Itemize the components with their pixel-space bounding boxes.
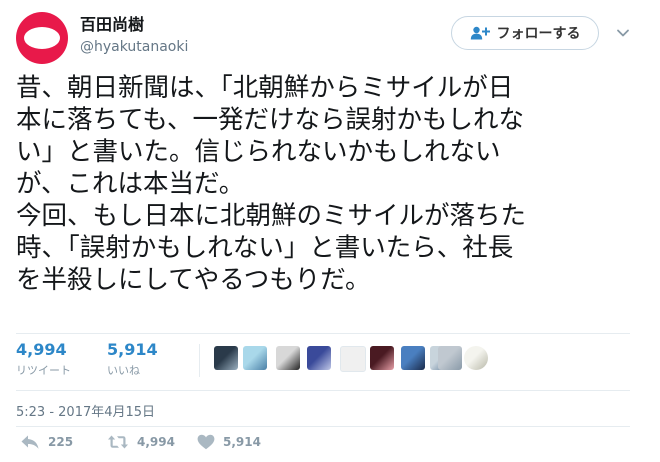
liker-avatar-9[interactable] [438, 346, 462, 370]
author-handle[interactable]: @hyakutanaoki [80, 39, 188, 55]
avatar-logo-oval [24, 27, 60, 49]
retweet-stat-label: リツイート [16, 364, 71, 377]
tweet-line: 昔、朝日新聞は、「北朝鮮からミサイルが日 [16, 73, 514, 103]
liker-avatar-5[interactable] [340, 346, 366, 372]
like-button[interactable]: 5,914 [197, 434, 261, 450]
retweet-icon [107, 434, 129, 450]
heart-icon [197, 434, 215, 450]
follow-button-label: フォローする [496, 26, 581, 42]
reply-icon [20, 434, 40, 450]
tweet-line: が、これは本当だ。 [16, 169, 245, 199]
tweet-timestamp[interactable]: 5:23 - 2017年4月15日 [16, 401, 155, 420]
reply-button[interactable]: 225 [20, 434, 73, 450]
like-count: 5,914 [223, 435, 261, 449]
liker-avatar-6[interactable] [370, 346, 394, 370]
tweet-line: 今回、もし日本に北朝鮮のミサイルが落ちた [16, 201, 527, 231]
liker-avatar-7[interactable] [401, 346, 425, 370]
author-display-name[interactable]: 百田尚樹 [80, 11, 144, 35]
divider-middle [16, 390, 630, 391]
like-stat-count: 5,914 [107, 340, 158, 359]
liker-avatar-10[interactable] [464, 346, 488, 370]
liker-avatar-1[interactable] [214, 346, 238, 370]
like-stat-label: いいね [107, 364, 140, 377]
retweet-stat[interactable]: 4,994 リツイート [16, 340, 71, 379]
like-stat[interactable]: 5,914 いいね [107, 340, 158, 379]
tweet-text: 昔、朝日新聞は、「北朝鮮からミサイルが日 本に落ちても、一発だけなら誤射かもしれ… [16, 72, 646, 296]
liker-avatar-2[interactable] [243, 346, 267, 370]
retweet-stat-count: 4,994 [16, 340, 67, 359]
follow-button[interactable]: フォローする [451, 16, 599, 50]
person-plus-icon [470, 26, 490, 40]
reply-count: 225 [48, 435, 74, 449]
stats-divider [199, 344, 200, 377]
liker-avatar-4[interactable] [307, 346, 331, 370]
tweet-line: い」と書いた。信じられないかもしれない [16, 137, 501, 167]
divider-bottom [16, 426, 630, 427]
tweet-line: 本に落ちても、一発だけなら誤射かもしれな [16, 105, 524, 135]
retweet-button[interactable]: 4,994 [107, 434, 175, 450]
tweet-line: を半殺しにしてやるつもりだ。 [16, 265, 371, 295]
author-avatar[interactable] [16, 12, 68, 64]
liker-avatar-3[interactable] [276, 346, 300, 370]
more-options-chevron-down-icon[interactable] [616, 26, 630, 40]
retweet-count: 4,994 [137, 435, 175, 449]
tweet-line: 時、「誤射かもしれない」と書いたら、社長 [16, 233, 514, 263]
divider-top [16, 333, 630, 334]
